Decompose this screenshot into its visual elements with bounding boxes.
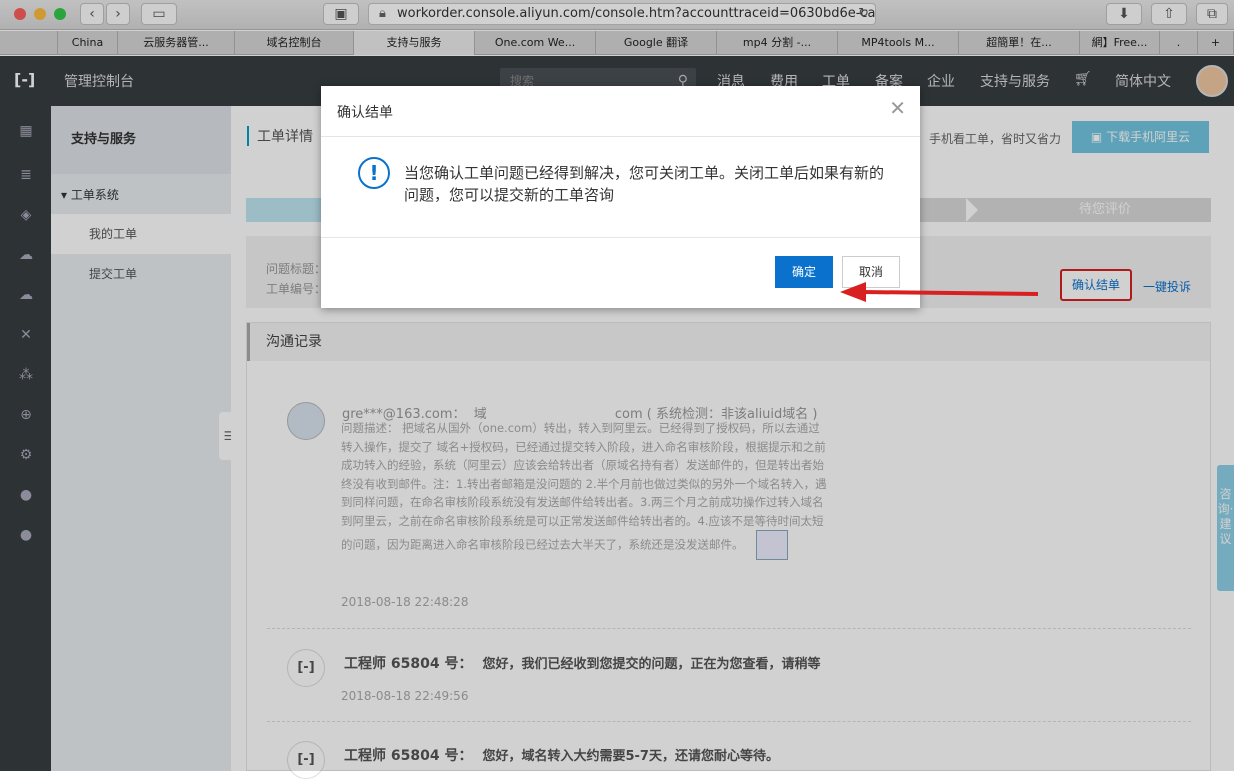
annotation-arrow [840,282,1039,302]
exclamation-icon: ! [358,157,390,189]
close-icon[interactable]: ✕ [889,96,906,120]
ok-button[interactable]: 确定 [775,256,833,288]
dialog-title: 确认结单 [337,105,393,121]
dialog-message: 当您确认工单问题已经得到解决，您可关闭工单。关闭工单后如果有新的问题，您可以提交… [404,164,885,204]
divider [321,136,920,137]
divider [321,237,920,238]
confirm-dialog: 确认结单 ✕ ! 当您确认工单问题已经得到解决，您可关闭工单。关闭工单后如果有新… [321,86,920,308]
